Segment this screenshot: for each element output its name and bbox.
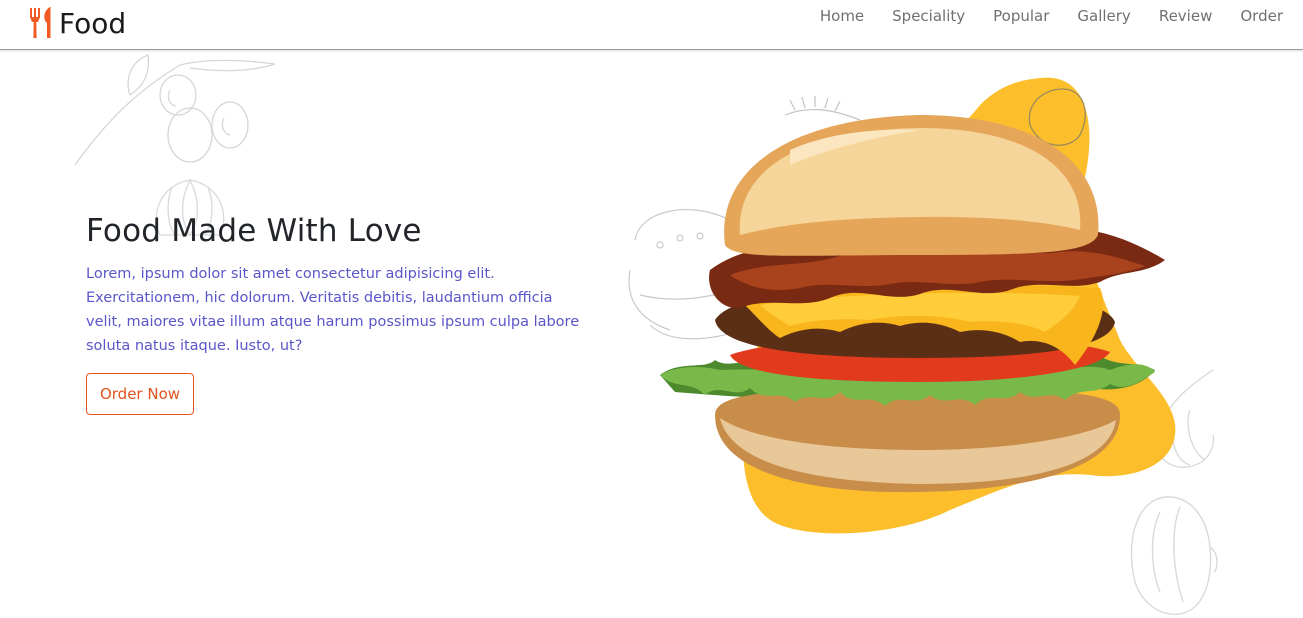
burger-image: [628, 77, 1176, 534]
brand-logo[interactable]: Food: [28, 3, 126, 43]
navbar: Food Home Speciality Popular Gallery Rev…: [0, 0, 1303, 50]
nav-link-gallery[interactable]: Gallery: [1063, 6, 1144, 26]
nav-link-speciality[interactable]: Speciality: [878, 6, 979, 26]
fork-spoon-icon: [30, 7, 51, 38]
nav-link-popular[interactable]: Popular: [979, 6, 1063, 26]
hero-title: Food Made With Love: [86, 213, 422, 249]
nav-link-order[interactable]: Order: [1226, 6, 1283, 26]
order-now-button[interactable]: Order Now: [86, 373, 194, 415]
nav-link-review[interactable]: Review: [1145, 6, 1227, 26]
nav-links: Home Speciality Popular Gallery Review O…: [806, 6, 1283, 26]
olive-branch-sketch: [74, 54, 276, 166]
brand-name: Food: [59, 6, 127, 40]
hero-description: Lorem, ipsum dolor sit amet consectetur …: [86, 266, 580, 354]
nav-link-home[interactable]: Home: [806, 6, 878, 26]
